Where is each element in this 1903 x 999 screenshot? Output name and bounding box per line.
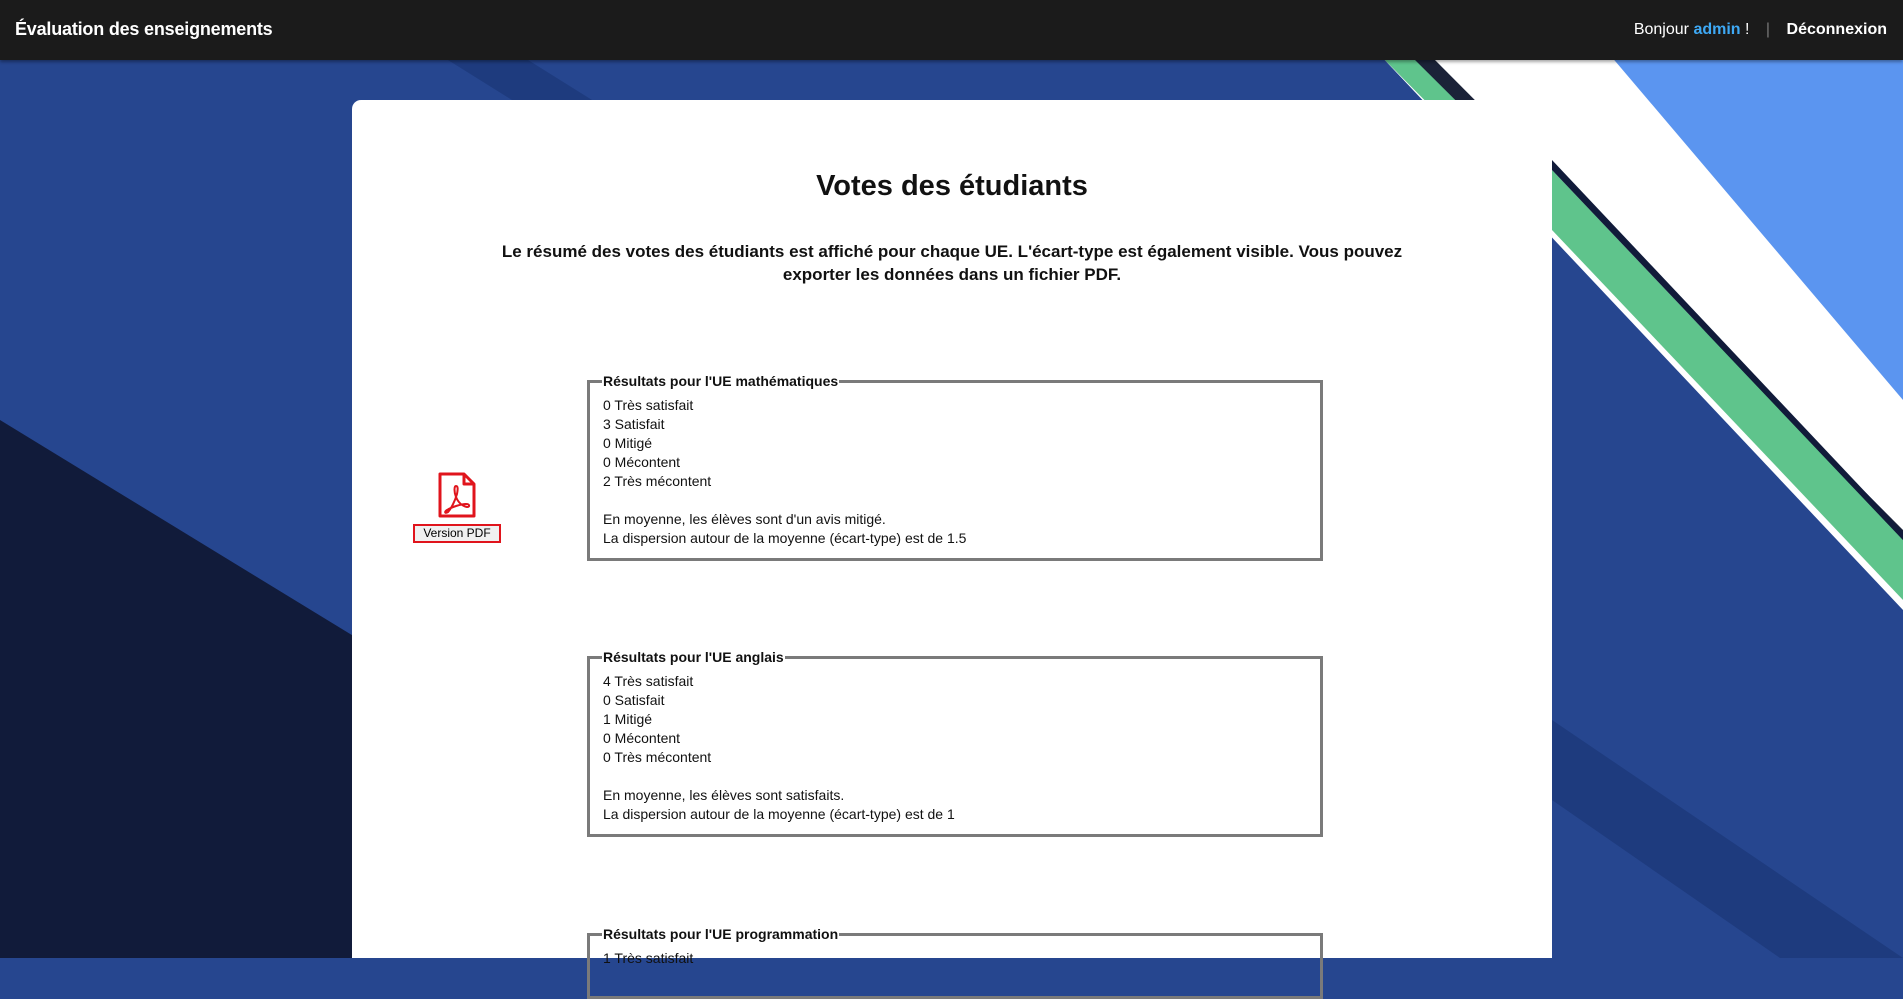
pdf-export-button[interactable]: Version PDF [413,524,501,543]
results-box-anglais: Résultats pour l'UE anglais 4 Très satis… [587,648,1323,837]
vote-line: 2 Très mécontent [603,473,712,489]
page-title: Votes des étudiants [816,170,1088,202]
vote-line: 0 Mécontent [603,730,681,746]
vote-line: 0 Satisfait [603,692,665,708]
results-body: 0 Très satisfait 3 Satisfait 0 Mitigé 0 … [590,383,1320,558]
dispersion-text: La dispersion autour de la moyenne (écar… [603,806,955,822]
vote-line: 3 Satisfait [603,416,665,432]
brand-link[interactable]: Évaluation des enseignements [15,19,273,40]
greeting-exclamation: ! [1745,21,1750,38]
top-navbar: Évaluation des enseignements Bonjour adm… [0,0,1903,60]
results-legend: Résultats pour l'UE programmation [602,925,840,943]
vote-line: 0 Très mécontent [603,749,712,765]
intro-text: Le résumé des votes des étudiants est af… [501,242,1403,284]
vote-line: 0 Très satisfait [603,397,694,413]
nav-separator: | [1765,21,1771,38]
results-legend: Résultats pour l'UE mathématiques [602,372,840,390]
results-box-programmation: Résultats pour l'UE programmation 1 Très… [587,925,1323,999]
username: admin [1693,21,1741,38]
dispersion-text: La dispersion autour de la moyenne (écar… [603,530,967,546]
results-legend: Résultats pour l'UE anglais [602,648,785,666]
user-area: Bonjour admin ! | Déconnexion [1634,21,1887,39]
content-panel: Votes des étudiants Le résumé des votes … [352,100,1552,999]
logout-link[interactable]: Déconnexion [1787,21,1887,38]
results-box-mathematiques: Résultats pour l'UE mathématiques 0 Très… [587,372,1323,561]
vote-line: 1 Très satisfait [603,950,694,966]
results-body: 4 Très satisfait 0 Satisfait 1 Mitigé 0 … [590,659,1320,834]
vote-line: 0 Mécontent [603,454,681,470]
average-summary: En moyenne, les élèves sont d'un avis mi… [603,511,886,527]
pdf-export: Version PDF [412,472,502,543]
vote-line: 1 Mitigé [603,711,653,727]
pdf-file-icon[interactable] [437,472,477,518]
greeting-text: Bonjour [1633,21,1689,38]
vote-line: 4 Très satisfait [603,673,694,689]
average-summary: En moyenne, les élèves sont satisfaits. [603,787,845,803]
vote-line: 0 Mitigé [603,435,653,451]
